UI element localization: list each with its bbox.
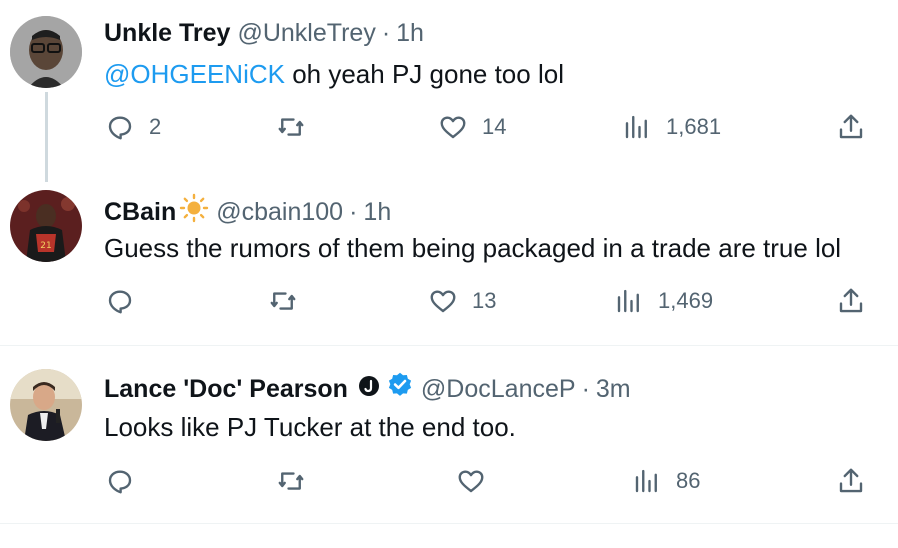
author-name[interactable]: Lance 'Doc' Pearson — [104, 374, 348, 404]
view-count: 1,681 — [666, 114, 722, 139]
avatar[interactable] — [10, 16, 82, 88]
svg-text:21: 21 — [40, 241, 51, 251]
separator-dot: · — [349, 197, 358, 226]
share-icon — [836, 112, 866, 142]
like-icon — [428, 286, 458, 316]
timestamp[interactable]: 1h — [363, 197, 391, 227]
avatar[interactable] — [10, 369, 82, 441]
separator-dot: · — [581, 374, 590, 403]
views-icon — [622, 112, 652, 142]
action-bar: 86 — [0, 466, 898, 506]
reply-button[interactable] — [105, 286, 135, 316]
share-icon — [836, 286, 866, 316]
like-icon — [438, 112, 468, 142]
separator-dot: · — [381, 19, 391, 47]
retweet-icon — [268, 286, 298, 316]
author-name[interactable]: CBain — [104, 197, 176, 227]
action-bar: 13 1,469 — [0, 286, 898, 326]
tweet-text-content: oh yeah PJ gone too lol — [284, 59, 564, 89]
share-button[interactable] — [836, 112, 866, 142]
views-button[interactable]: 86 — [632, 466, 700, 496]
view-count: 86 — [676, 468, 701, 493]
tweet-divider — [0, 523, 898, 524]
reply-button[interactable]: 2 — [105, 112, 161, 142]
retweet-button[interactable] — [276, 466, 306, 496]
retweet-icon — [276, 112, 306, 142]
like-button[interactable]: 14 — [438, 112, 506, 142]
reply-icon — [105, 466, 135, 496]
timestamp[interactable]: 1h — [396, 18, 424, 48]
reply-button[interactable] — [105, 466, 135, 496]
tweet-divider — [0, 345, 898, 346]
like-count: 14 — [482, 114, 507, 139]
tweet-text: Looks like PJ Tucker at the end too. — [104, 412, 516, 442]
avatar[interactable]: 21 — [10, 190, 82, 262]
views-button[interactable]: 1,681 — [622, 112, 721, 142]
reply-count: 2 — [149, 114, 162, 139]
author-handle[interactable]: @UnkleTrey — [237, 18, 375, 48]
views-button[interactable]: 1,469 — [614, 286, 713, 316]
view-count: 1,469 — [658, 288, 714, 313]
retweet-button[interactable] — [268, 286, 298, 316]
reply-icon — [105, 286, 135, 316]
circle-j-badge — [358, 374, 380, 404]
tweet-text: @OHGEENiCK oh yeah PJ gone too lol — [104, 58, 564, 90]
retweet-button[interactable] — [276, 112, 306, 142]
timestamp[interactable]: 3m — [596, 374, 631, 404]
share-icon — [836, 466, 866, 496]
like-button[interactable] — [456, 466, 486, 496]
sun-emoji — [179, 193, 209, 230]
author-handle[interactable]: @DocLanceP — [421, 374, 576, 404]
tweet-text: Guess the rumors of them being packaged … — [104, 233, 842, 263]
author-name[interactable]: Unkle Trey — [104, 18, 230, 48]
share-button[interactable] — [836, 466, 866, 496]
retweet-icon — [276, 466, 306, 496]
reply-icon — [105, 112, 135, 142]
views-icon — [632, 466, 662, 496]
author-handle[interactable]: @cbain100 — [216, 197, 343, 227]
like-icon — [456, 466, 486, 496]
verified-badge[interactable] — [386, 371, 414, 406]
like-count: 13 — [472, 288, 497, 313]
share-button[interactable] — [836, 286, 866, 316]
views-icon — [614, 286, 644, 316]
mention-link[interactable]: @OHGEENiCK — [104, 59, 285, 89]
like-button[interactable]: 13 — [428, 286, 496, 316]
action-bar: 2 14 1,681 — [0, 112, 898, 152]
